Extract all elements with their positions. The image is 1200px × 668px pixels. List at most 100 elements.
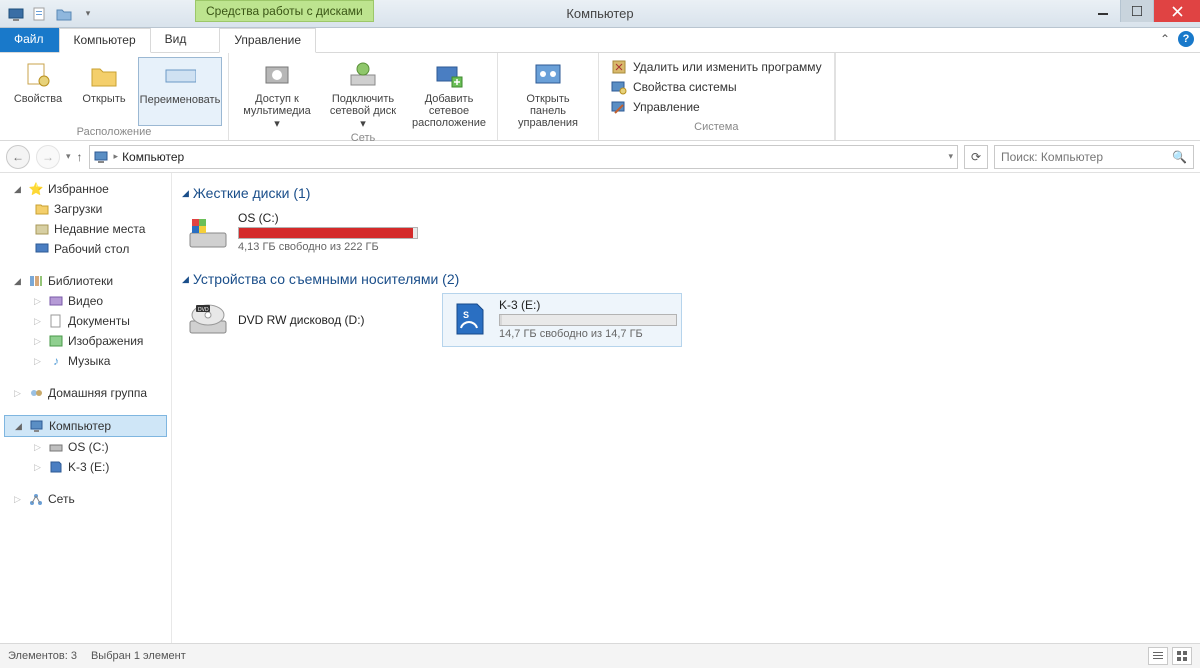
map-drive-label: Подключить сетевой диск (327, 93, 399, 117)
group-label-location: Расположение (6, 126, 222, 140)
pictures-icon (48, 333, 64, 349)
group-removable[interactable]: ◢Устройства со съемными носителями (2) (182, 271, 1190, 287)
search-placeholder: Поиск: Компьютер (1001, 150, 1103, 164)
dvd-icon: DVD (186, 297, 230, 341)
sidebar-pictures[interactable]: ▷Изображения (0, 331, 171, 351)
group-hard-drives[interactable]: ◢Жесткие диски (1) (182, 185, 1190, 201)
sidebar-label: Рабочий стол (54, 242, 129, 256)
rename-button[interactable]: Переименовать (138, 57, 222, 126)
control-panel-button[interactable]: Открыть панель управления (506, 57, 590, 131)
recent-locations-icon[interactable]: ▾ (66, 151, 71, 162)
recent-icon (34, 221, 50, 237)
system-properties-button[interactable]: Свойства системы (607, 77, 826, 97)
view-tiles-button[interactable] (1172, 647, 1192, 665)
search-input[interactable]: Поиск: Компьютер 🔍 (994, 145, 1194, 169)
open-button[interactable]: Открыть (72, 57, 136, 126)
tab-computer[interactable]: Компьютер (59, 28, 151, 53)
uninstall-icon (611, 59, 627, 75)
view-details-button[interactable] (1148, 647, 1168, 665)
close-button[interactable] (1154, 0, 1200, 22)
sidebar-os-drive[interactable]: ▷OS (C:) (0, 437, 171, 457)
homegroup-icon (28, 385, 44, 401)
sidebar-network[interactable]: ▷Сеть (0, 489, 171, 509)
music-icon: ♪ (48, 353, 64, 369)
star-icon: ⭐ (28, 181, 44, 197)
properties-button[interactable]: Свойства (6, 57, 70, 126)
sidebar-label: Загрузки (54, 202, 102, 216)
tab-file[interactable]: Файл (0, 28, 59, 52)
sidebar-recent[interactable]: Недавние места (0, 219, 171, 239)
media-icon (261, 59, 293, 91)
help-icon[interactable]: ? (1178, 31, 1194, 47)
add-location-label: Добавить сетевое расположение (412, 93, 486, 129)
tab-view[interactable]: Вид (151, 28, 202, 52)
drive-os-c[interactable]: OS (C:) 4,13 ГБ свободно из 222 ГБ (182, 207, 422, 259)
forward-button[interactable]: → (36, 145, 60, 169)
breadcrumb-item[interactable]: Компьютер (122, 150, 184, 164)
sidebar-favorites[interactable]: ◢⭐Избранное (0, 179, 171, 199)
breadcrumb-bar[interactable]: ▸ Компьютер ▾ (89, 145, 958, 169)
status-bar: Элементов: 3 Выбран 1 элемент (0, 643, 1200, 668)
sidebar-label: Избранное (48, 182, 109, 196)
sidebar-k3-drive[interactable]: ▷K-3 (E:) (0, 457, 171, 477)
libraries-icon (28, 273, 44, 289)
open-icon (88, 59, 120, 91)
sidebar-label: Видео (68, 294, 103, 308)
sidebar-label: Документы (68, 314, 130, 328)
video-icon (48, 293, 64, 309)
network-icon (28, 491, 44, 507)
uninstall-program-button[interactable]: Удалить или изменить программу (607, 57, 826, 77)
sidebar-video[interactable]: ▷Видео (0, 291, 171, 311)
drive-icon (48, 439, 64, 455)
sidebar-music[interactable]: ▷♪Музыка (0, 351, 171, 371)
hdd-icon (186, 211, 230, 255)
sysprops-label: Свойства системы (633, 80, 737, 94)
add-location-button[interactable]: Добавить сетевое расположение (407, 57, 491, 132)
map-drive-button[interactable]: Подключить сетевой диск ▾ (321, 57, 405, 132)
desktop-icon (34, 241, 50, 257)
group-label: Жесткие диски (1) (193, 185, 311, 201)
sd-card-icon: S (447, 298, 491, 342)
ribbon-group-location: Свойства Открыть Переименовать Расположе… (0, 53, 229, 140)
back-button[interactable]: ← (6, 145, 30, 169)
sidebar-downloads[interactable]: Загрузки (0, 199, 171, 219)
refresh-button[interactable]: ⟳ (964, 145, 988, 169)
minimize-button[interactable] (1086, 0, 1120, 22)
sidebar-documents[interactable]: ▷Документы (0, 311, 171, 331)
ribbon: Свойства Открыть Переименовать Расположе… (0, 53, 1200, 141)
maximize-button[interactable] (1120, 0, 1154, 22)
drive-status: 4,13 ГБ свободно из 222 ГБ (238, 241, 418, 253)
collapse-ribbon-icon[interactable]: ⌃ (1160, 32, 1170, 46)
computer-icon (29, 418, 45, 434)
drive-dvd[interactable]: DVD DVD RW дисковод (D:) (182, 293, 422, 347)
sidebar-computer[interactable]: ◢Компьютер (4, 415, 167, 437)
svg-text:S: S (463, 310, 469, 320)
media-access-button[interactable]: Доступ к мультимедиа ▾ (235, 57, 319, 132)
status-item-count: Элементов: 3 (8, 650, 77, 662)
address-bar: ← → ▾ ↑ ▸ Компьютер ▾ ⟳ Поиск: Компьютер… (0, 141, 1200, 173)
manage-button[interactable]: Управление (607, 97, 826, 117)
computer-icon (6, 4, 26, 24)
breadcrumb-dropdown-icon[interactable]: ▾ (948, 151, 953, 162)
drive-usage-bar (499, 314, 677, 326)
drive-status: 14,7 ГБ свободно из 14,7 ГБ (499, 328, 677, 340)
group-label-system: Система (607, 121, 826, 135)
drive-k3-e[interactable]: S K-3 (E:) 14,7 ГБ свободно из 14,7 ГБ (442, 293, 682, 347)
map-drive-icon (347, 59, 379, 91)
uninstall-label: Удалить или изменить программу (633, 60, 822, 74)
manage-icon (611, 99, 627, 115)
contextual-tab-label: Средства работы с дисками (195, 0, 374, 22)
ribbon-group-network: Доступ к мультимедиа ▾ Подключить сетево… (229, 53, 498, 140)
folder-qat-icon[interactable] (54, 4, 74, 24)
qat-dropdown-icon[interactable]: ▾ (78, 4, 98, 24)
tab-manage[interactable]: Управление (219, 28, 316, 53)
sidebar-desktop[interactable]: Рабочий стол (0, 239, 171, 259)
properties-qat-icon[interactable] (30, 4, 50, 24)
sidebar-homegroup[interactable]: ▷Домашняя группа (0, 383, 171, 403)
rename-icon (164, 60, 196, 92)
drive-name: OS (C:) (238, 211, 418, 225)
up-button[interactable]: ↑ (77, 150, 83, 164)
navigation-pane: ◢⭐Избранное Загрузки Недавние места Рабо… (0, 173, 172, 643)
sidebar-libraries[interactable]: ◢Библиотеки (0, 271, 171, 291)
content-pane: ◢Жесткие диски (1) OS (C:) 4,13 ГБ свобо… (172, 173, 1200, 643)
